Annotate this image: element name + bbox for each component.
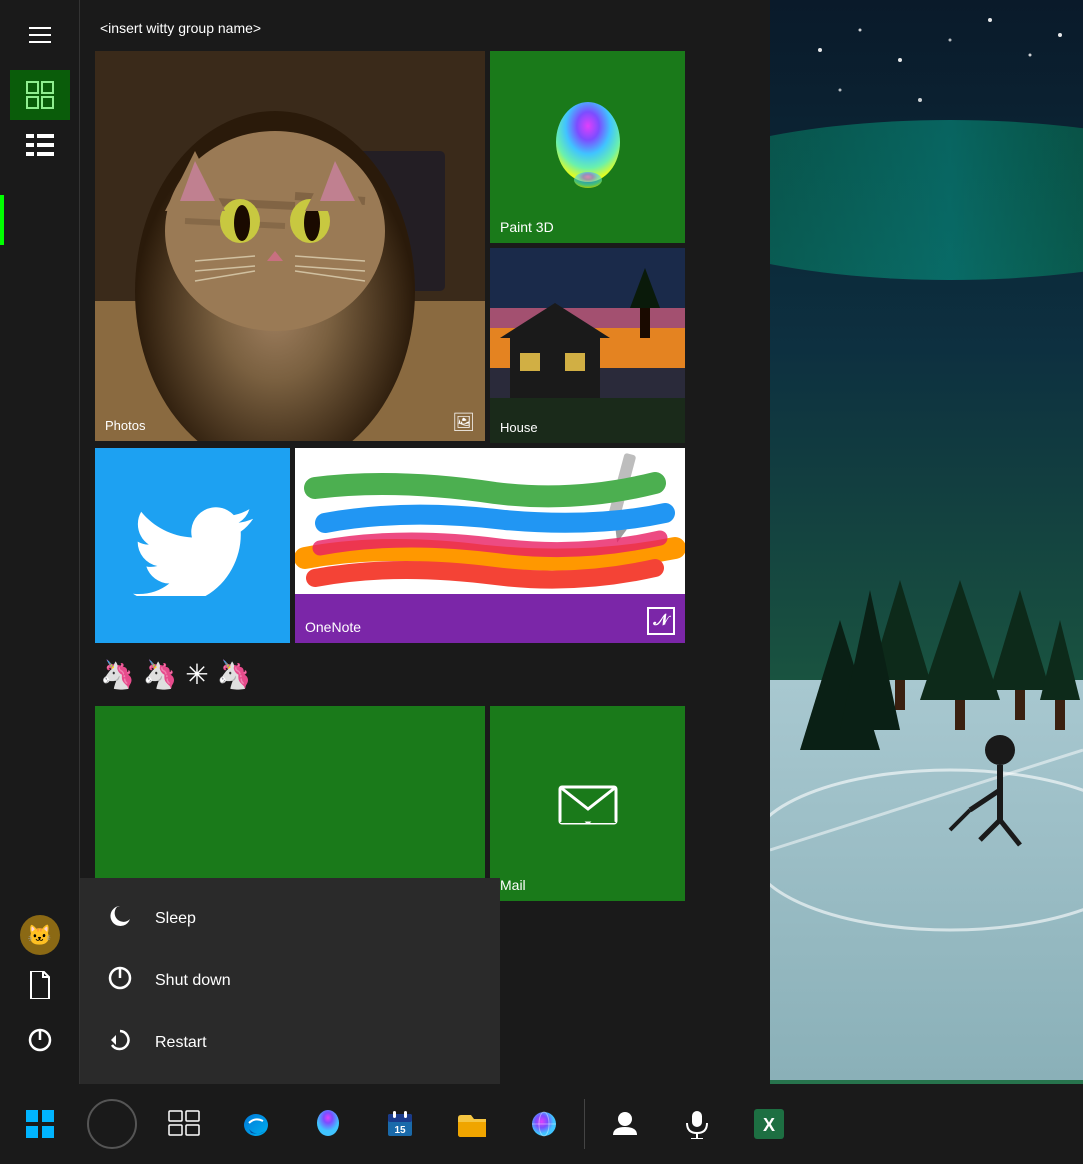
taskbar-photos-button[interactable] bbox=[293, 1089, 363, 1159]
sleep-label: Sleep bbox=[155, 910, 196, 928]
photos-image bbox=[95, 51, 485, 441]
shutdown-icon bbox=[105, 965, 135, 997]
taskbar-maps-button[interactable] bbox=[509, 1089, 579, 1159]
tile-onenote[interactable]: OneNote 𝒩 bbox=[295, 448, 685, 643]
group-name: <insert witty group name> bbox=[100, 20, 261, 36]
svg-text:15: 15 bbox=[394, 1125, 406, 1136]
photos-img-icon: 🖼 bbox=[452, 412, 475, 433]
hamburger-button[interactable] bbox=[10, 10, 70, 60]
taskbar-files-button[interactable] bbox=[437, 1089, 507, 1159]
onenote-strokes bbox=[295, 448, 685, 594]
svg-text:X: X bbox=[763, 1115, 775, 1135]
shutdown-label: Shut down bbox=[155, 972, 231, 990]
tile-mail[interactable]: Mail bbox=[490, 706, 685, 901]
hamburger-line-3 bbox=[29, 41, 51, 43]
taskbar-mic-button[interactable] bbox=[662, 1089, 732, 1159]
taskbar-start-button[interactable] bbox=[5, 1089, 75, 1159]
hamburger-line-1 bbox=[29, 27, 51, 29]
sidebar-list-icon[interactable] bbox=[10, 120, 70, 170]
house-label: House bbox=[500, 420, 538, 435]
onenote-label: OneNote bbox=[305, 619, 361, 635]
restart-label: Restart bbox=[155, 1034, 207, 1052]
taskbar: 15 bbox=[0, 1084, 1083, 1164]
emoji-tile: 🦄 🦄 ✳ 🦄 bbox=[95, 653, 256, 696]
tile-row-emoji: 🦄 🦄 ✳ 🦄 bbox=[95, 648, 755, 701]
taskbar-edge-button[interactable] bbox=[221, 1089, 291, 1159]
sidebar-bottom: 🐱 bbox=[10, 915, 70, 1085]
taskbar-taskview-button[interactable] bbox=[149, 1089, 219, 1159]
taskbar-people-button[interactable] bbox=[590, 1089, 660, 1159]
sleep-button[interactable]: Sleep bbox=[80, 888, 500, 950]
tile-house[interactable]: House bbox=[490, 248, 685, 443]
taskbar-calendar-button[interactable]: 15 bbox=[365, 1089, 435, 1159]
tile-row-2: OneNote 𝒩 bbox=[95, 448, 755, 643]
sleep-icon bbox=[105, 903, 135, 935]
tile-weather[interactable]: Halifax, NS, Canada bbox=[95, 706, 485, 901]
mail-label: Mail bbox=[500, 877, 526, 893]
taskbar-search-button[interactable] bbox=[77, 1089, 147, 1159]
restart-icon bbox=[105, 1027, 135, 1059]
onenote-n-icon: 𝒩 bbox=[647, 607, 675, 635]
active-indicator bbox=[0, 195, 4, 245]
user-avatar[interactable]: 🐱 bbox=[20, 915, 60, 955]
search-circle bbox=[87, 1099, 137, 1149]
tile-twitter[interactable] bbox=[95, 448, 290, 643]
sidebar: 🐱 bbox=[0, 0, 80, 1085]
right-column: Paint 3D bbox=[490, 51, 685, 443]
tile-photos[interactable]: Photos 🖼 bbox=[95, 51, 485, 441]
paint3d-label: Paint 3D bbox=[500, 219, 554, 235]
documents-icon[interactable] bbox=[10, 960, 70, 1010]
hamburger-line-2 bbox=[29, 34, 51, 36]
tile-paint3d[interactable]: Paint 3D bbox=[490, 51, 685, 243]
tile-row-1: Photos 🖼 bbox=[95, 51, 755, 443]
sidebar-tiles-icon[interactable] bbox=[10, 70, 70, 120]
power-icon[interactable] bbox=[10, 1015, 70, 1065]
photos-label: Photos bbox=[105, 418, 145, 433]
taskbar-excel-button[interactable]: X bbox=[734, 1089, 804, 1159]
group-header: <insert witty group name> bbox=[90, 10, 760, 51]
shutdown-button[interactable]: Shut down bbox=[80, 950, 500, 1012]
power-menu: Sleep Shut down Restart bbox=[80, 878, 500, 1084]
tile-row-4: Halifax, NS, Canada Mail bbox=[95, 706, 755, 901]
taskbar-divider bbox=[584, 1099, 585, 1149]
restart-button[interactable]: Restart bbox=[80, 1012, 500, 1074]
